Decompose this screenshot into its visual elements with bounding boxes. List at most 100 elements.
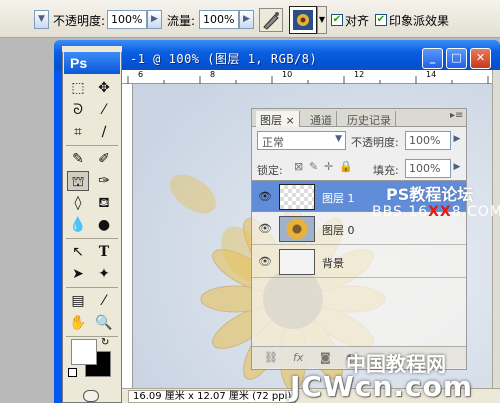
quick-mask-icon[interactable] [83,390,99,402]
blend-mode-select[interactable]: 正常 ▼ [257,131,346,150]
layer-style-icon[interactable]: fx [293,351,303,364]
slice-tool[interactable]: ∕ [93,122,115,142]
clone-stamp-tool[interactable]: ⛫ [67,171,89,191]
lock-transparent-icon[interactable]: ⊠ [294,160,303,173]
link-layers-icon[interactable]: ⛓ [264,351,278,364]
healing-brush-tool[interactable]: ✎ [67,149,89,169]
magic-wand-icon: ⁄ [102,102,106,118]
fill-field[interactable]: 100% [405,159,451,178]
visibility-eye-icon[interactable]: 👁 [256,255,274,269]
airbrush-button[interactable] [259,8,283,32]
brush-tool[interactable]: ✐ [93,149,115,169]
impressionist-checkbox[interactable]: ✔ [375,14,387,26]
dodge-icon: ● [97,217,111,233]
lasso-icon: ᘐ [73,102,83,118]
move-icon: ✥ [98,80,110,96]
type-tool[interactable]: T [93,242,115,262]
layer-thumbnail [279,184,315,210]
document-title: -1 @ 100% (图层 1, RGB/8) [130,52,318,66]
opacity-arrow-icon[interactable]: ▶ [147,10,162,29]
minimize-button[interactable]: _ [422,48,443,69]
layer-opacity-label: 不透明度: [351,136,399,149]
ruler-mark: 6 [138,70,144,79]
lasso-tool[interactable]: ᘐ [67,100,89,120]
brush-preview-icon [293,10,313,30]
history-brush-tool[interactable]: ✑ [93,171,115,191]
chevron-down-icon: ▼ [335,134,342,144]
brush-preset-arrow-icon[interactable]: ▼ [317,6,327,34]
paint-bucket-tool[interactable]: ⛾ [93,193,115,213]
default-colors-icon[interactable] [68,368,77,377]
notes-tool[interactable]: ▤ [67,291,89,311]
layer-row[interactable]: 👁 背景 [252,246,466,278]
maximize-button[interactable]: □ [446,48,467,69]
tab-layers[interactable]: 图层 × [256,111,300,127]
blend-mode-value: 正常 [262,136,284,149]
mode-dropdown-arrow-icon[interactable]: ▼ [34,10,49,29]
minimize-icon: _ [429,51,436,64]
marquee-icon: ⬚ [71,80,85,96]
move-tool[interactable]: ✥ [93,78,115,98]
marquee-tool[interactable]: ⬚ [67,78,89,98]
layer-name: 背景 [322,257,344,270]
toolbox-header[interactable]: Ps [64,52,120,74]
close-button[interactable]: ✕ [470,48,491,69]
foreground-color-swatch[interactable] [71,339,97,365]
shape-tool[interactable]: ✦ [93,264,115,284]
blur-tool[interactable]: 💧 [67,215,89,235]
tab-history[interactable]: 历史记录 [343,111,396,127]
visibility-eye-icon[interactable]: 👁 [256,190,274,204]
eraser-icon: ◊ [74,195,82,211]
layer-opacity-field[interactable]: 100% [405,131,451,150]
document-size-status: 16.09 厘米 x 12.07 厘米 (72 ppi) [128,390,297,403]
vertical-scrollbar[interactable] [492,70,500,390]
flow-arrow-icon[interactable]: ▶ [239,10,254,29]
lock-label: 锁定: [257,164,283,177]
lock-all-icon[interactable]: 🔒 [339,160,353,173]
layer-opacity-arrow-icon[interactable]: ▶ [451,131,463,150]
lock-image-icon[interactable]: ✎ [309,160,318,173]
swap-colors-icon[interactable]: ↻ [101,337,109,348]
toolbox-divider [66,336,118,337]
watermark-forum: PS教程论坛 [386,185,474,204]
paint-bucket-icon: ⛾ [98,195,110,211]
maximize-icon: □ [451,51,462,64]
watermark-site-en: JCWcn.com [290,370,474,403]
crop-tool[interactable]: ⌗ [67,122,89,142]
path-selection-tool[interactable]: ↖ [67,242,89,262]
dodge-tool[interactable]: ● [93,215,115,235]
lock-position-icon[interactable]: ✛ [324,160,333,173]
magic-wand-tool[interactable]: ⁄ [93,100,115,120]
slice-icon: ∕ [101,124,107,140]
vertical-ruler [122,84,133,390]
brush-preset-button[interactable] [289,6,317,34]
crop-icon: ⌗ [74,124,82,140]
blur-icon: 💧 [69,217,87,233]
layer-name: 图层 1 [322,192,355,205]
history-brush-icon: ✑ [98,173,110,189]
fill-arrow-icon[interactable]: ▶ [451,159,463,178]
ruler-mark: 10 [282,70,293,79]
eraser-tool[interactable]: ◊ [67,193,89,213]
impressionist-label: 印象派效果 [389,14,450,28]
ruler-mark: 8 [210,70,216,79]
brush-icon: ✐ [98,151,110,167]
direct-selection-tool[interactable]: ➤ [67,264,89,284]
align-checkbox[interactable]: ✔ [331,14,343,26]
tab-close-icon[interactable]: × [286,114,295,127]
close-icon: ✕ [475,51,486,64]
eyedropper-icon: ⁄ [102,293,106,309]
visibility-eye-icon[interactable]: 👁 [256,222,274,236]
panel-menu-icon[interactable]: ▸≡ [450,110,463,121]
notes-icon: ▤ [71,293,85,309]
zoom-tool[interactable]: 🔍 [93,313,115,333]
tab-channels[interactable]: 通道 [306,111,337,127]
flow-field[interactable]: 100% [199,10,239,29]
healing-brush-icon: ✎ [72,151,84,167]
hand-tool[interactable]: ✋ [67,313,89,333]
opacity-field[interactable]: 100% [107,10,147,29]
clone-stamp-icon: ⛫ [71,174,85,190]
layer-mask-icon[interactable]: ◙ [320,351,331,364]
airbrush-icon [263,12,279,30]
eyedropper-tool[interactable]: ⁄ [93,291,115,311]
